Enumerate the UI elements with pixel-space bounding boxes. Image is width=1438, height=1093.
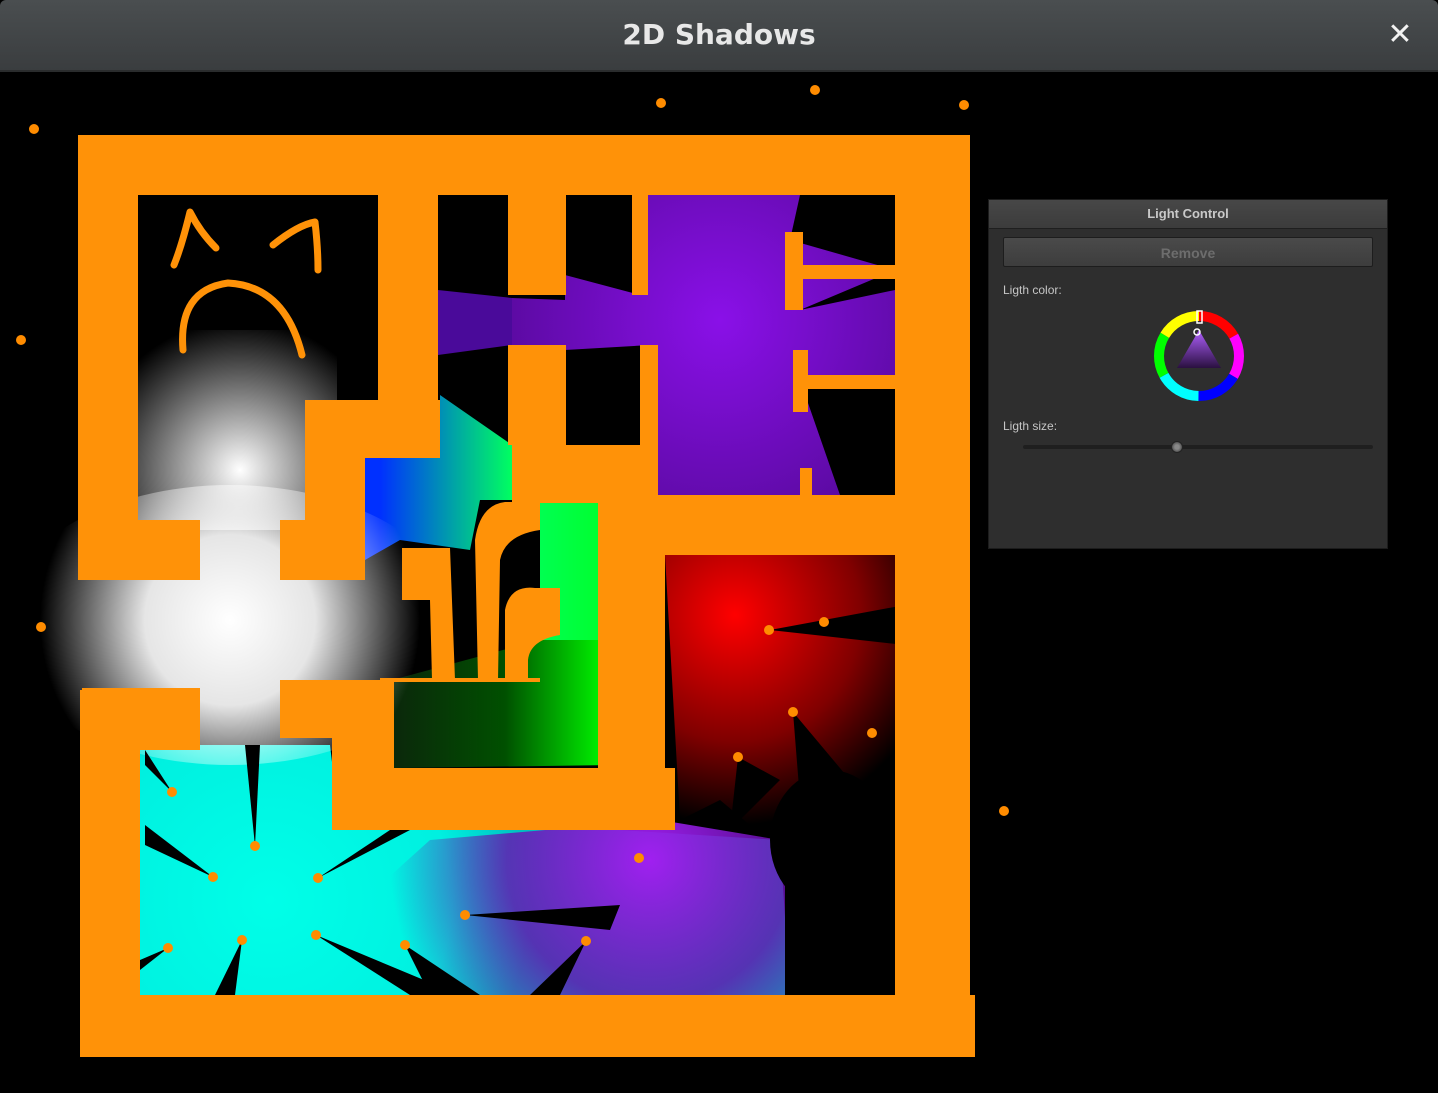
slider-handle[interactable] <box>1171 441 1183 453</box>
light-dot <box>313 873 323 883</box>
light-dot <box>656 98 666 108</box>
panel-title: Light Control <box>989 200 1387 229</box>
close-icon[interactable]: ✕ <box>1384 18 1416 52</box>
violet-beam <box>438 290 512 355</box>
light-size-label: Ligth size: <box>1003 419 1058 433</box>
light-dot <box>959 100 969 110</box>
window-title: 2D Shadows <box>622 18 816 51</box>
light-dot <box>733 752 743 762</box>
light-color-label: Ligth color: <box>1003 283 1062 297</box>
light-dot <box>400 940 410 950</box>
light-dot <box>16 335 26 345</box>
light-size-slider[interactable] <box>1023 441 1373 453</box>
light-control-panel: Light Control Remove Ligth color: Ligth … <box>988 199 1388 549</box>
light-dot <box>867 728 877 738</box>
light-dot <box>250 841 260 851</box>
light-dot <box>163 943 173 953</box>
remove-button[interactable]: Remove <box>1003 237 1373 267</box>
light-dot <box>208 872 218 882</box>
light-dot <box>167 787 177 797</box>
title-bar: 2D Shadows ✕ <box>0 0 1438 72</box>
light-dot <box>810 85 820 95</box>
saturation-triangle[interactable] <box>1177 330 1221 368</box>
light-dot <box>36 622 46 632</box>
light-dot <box>581 936 591 946</box>
color-wheel[interactable] <box>1153 310 1245 402</box>
light-dot <box>237 935 247 945</box>
light-dot <box>460 910 470 920</box>
light-dot <box>764 625 774 635</box>
light-dot <box>999 806 1009 816</box>
light-dot <box>29 124 39 134</box>
light-dot <box>788 707 798 717</box>
light-dot <box>634 853 644 863</box>
light-dot <box>819 617 829 627</box>
light-dot <box>311 930 321 940</box>
